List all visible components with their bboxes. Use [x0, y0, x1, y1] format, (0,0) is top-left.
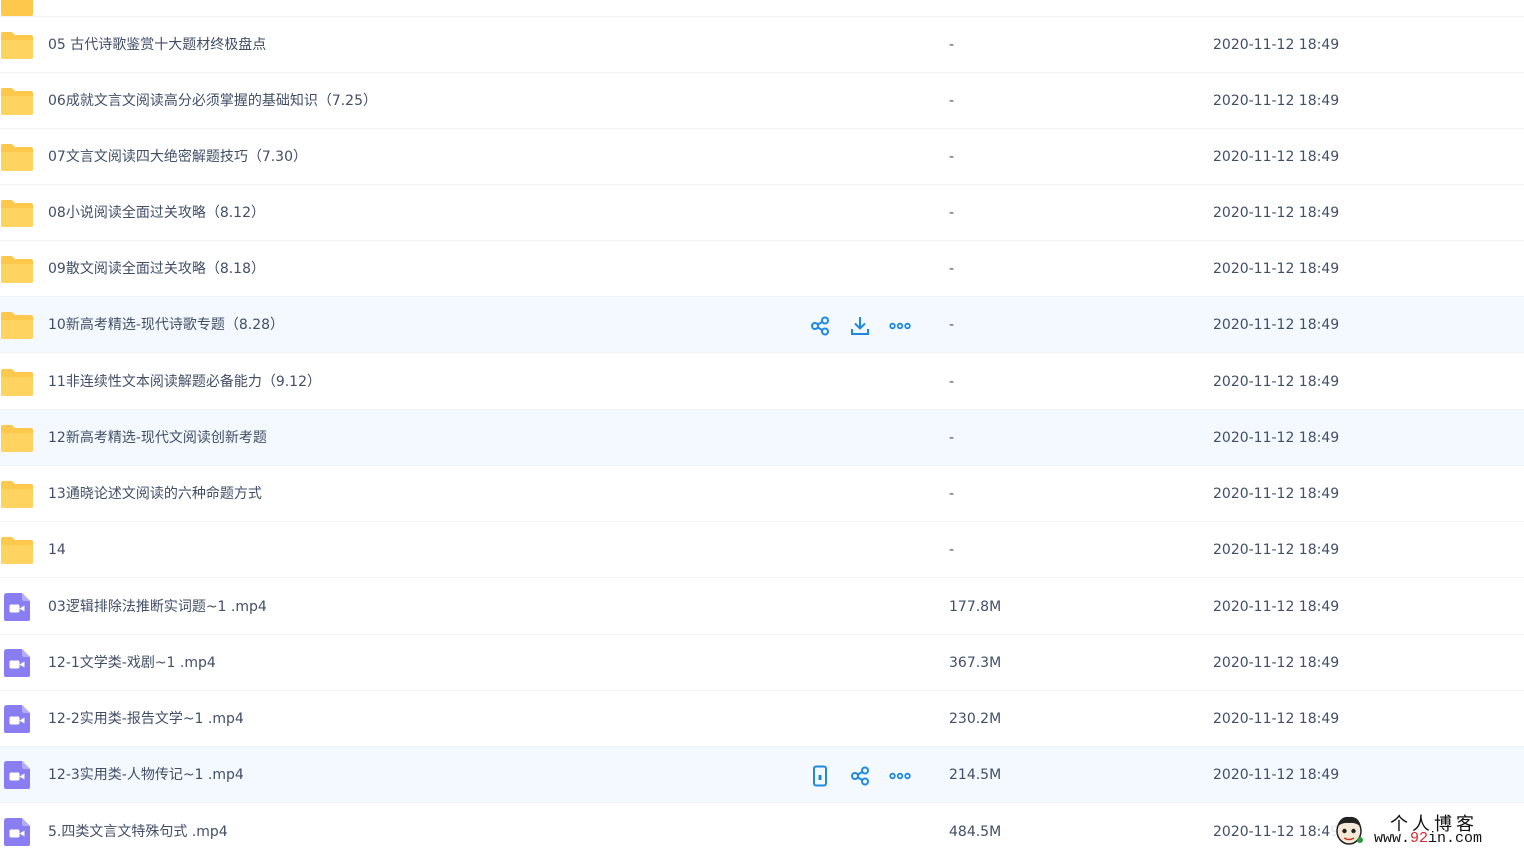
more-icon[interactable]: [888, 764, 912, 788]
folder-icon: [0, 142, 34, 172]
file-time: 2020-11-12 18:49: [1213, 261, 1340, 277]
file-name[interactable]: 07文言文阅读四大绝密解题技巧（7.30）: [48, 129, 307, 185]
folder-icon: [0, 254, 34, 284]
file-time: 2020-11-12 18:49: [1213, 205, 1340, 221]
list-item[interactable]: 12-3实用类-人物传记~1 .mp4 214.5M 2020-11-12 18…: [0, 747, 1524, 803]
file-time: 2020-11-12 18:49: [1213, 317, 1340, 333]
file-size: 177.8M: [949, 599, 1002, 615]
folder-icon: [0, 30, 34, 60]
row-actions: [808, 764, 912, 788]
row-actions: [808, 314, 912, 338]
list-item[interactable]: [0, 0, 1524, 17]
file-name[interactable]: 03逻辑排除法推断实词题~1 .mp4: [48, 579, 267, 635]
file-time: 2020-11-12 18:49: [1213, 599, 1340, 615]
list-item[interactable]: 05 古代诗歌鉴赏十大题材终极盘点 - 2020-11-12 18:49: [0, 17, 1524, 73]
folder-icon: [0, 479, 34, 509]
video-file-icon: [3, 704, 31, 734]
list-item[interactable]: 13通晓论述文阅读的六种命题方式 - 2020-11-12 18:49: [0, 466, 1524, 522]
phone-icon[interactable]: [808, 764, 832, 788]
file-list: 05 古代诗歌鉴赏十大题材终极盘点 - 2020-11-12 18:49 06成…: [0, 0, 1524, 852]
folder-icon: [0, 535, 34, 565]
folder-icon: [0, 198, 34, 228]
list-item[interactable]: 12-2实用类-报告文学~1 .mp4 230.2M 2020-11-12 18…: [0, 691, 1524, 747]
file-time: 2020-11-12 18:49: [1213, 542, 1340, 558]
watermark-url: www.92in.com: [1374, 830, 1483, 847]
folder-icon: [0, 310, 34, 340]
video-file-icon: [3, 760, 31, 790]
file-time: 2020-11-12 18:49: [1213, 486, 1340, 502]
list-item[interactable]: 03逻辑排除法推断实词题~1 .mp4 177.8M 2020-11-12 18…: [0, 579, 1524, 635]
more-icon[interactable]: [888, 314, 912, 338]
file-name[interactable]: 12-2实用类-报告文学~1 .mp4: [48, 691, 244, 747]
list-item[interactable]: 14 - 2020-11-12 18:49: [0, 522, 1524, 578]
file-size: 367.3M: [949, 655, 1002, 671]
file-size: -: [949, 374, 955, 390]
list-item[interactable]: 11非连续性文本阅读解题必备能力（9.12） - 2020-11-12 18:4…: [0, 354, 1524, 410]
file-size: -: [949, 486, 955, 502]
list-item[interactable]: 12新高考精选-现代文阅读创新考题 - 2020-11-12 18:49: [0, 410, 1524, 466]
file-size: 214.5M: [949, 767, 1002, 783]
video-file-icon: [3, 648, 31, 678]
file-size: -: [949, 205, 955, 221]
file-time: 2020-11-12 18:49: [1213, 824, 1340, 840]
file-time: 2020-11-12 18:49: [1213, 430, 1340, 446]
file-name[interactable]: 13通晓论述文阅读的六种命题方式: [48, 466, 262, 522]
video-file-icon: [3, 592, 31, 622]
file-size: -: [949, 37, 955, 53]
video-file-icon: [3, 817, 31, 847]
file-time: 2020-11-12 18:49: [1213, 711, 1340, 727]
file-name[interactable]: 12-3实用类-人物传记~1 .mp4: [48, 747, 244, 803]
file-size: -: [949, 542, 955, 558]
file-size: -: [949, 93, 955, 109]
file-time: 2020-11-12 18:49: [1213, 655, 1340, 671]
share-icon[interactable]: [848, 764, 872, 788]
file-size: 484.5M: [949, 824, 1002, 840]
list-item[interactable]: 09散文阅读全面过关攻略（8.18） - 2020-11-12 18:49: [0, 241, 1524, 297]
download-icon[interactable]: [848, 314, 872, 338]
file-name[interactable]: 11非连续性文本阅读解题必备能力（9.12）: [48, 354, 321, 410]
folder-icon: [0, 0, 34, 17]
share-icon[interactable]: [808, 314, 832, 338]
file-time: 2020-11-12 18:49: [1213, 767, 1340, 783]
file-size: -: [949, 430, 955, 446]
list-item[interactable]: 5.四类文言文特殊句式 .mp4 484.5M 2020-11-12 18:49: [0, 804, 1524, 852]
file-time: 2020-11-12 18:49: [1213, 374, 1340, 390]
file-time: 2020-11-12 18:49: [1213, 37, 1340, 53]
folder-icon: [0, 367, 34, 397]
file-time: 2020-11-12 18:49: [1213, 93, 1340, 109]
file-name[interactable]: 06成就文言文阅读高分必须掌握的基础知识（7.25）: [48, 73, 377, 129]
blog-watermark: 个人博客 www.92in.com: [1330, 808, 1520, 852]
file-name[interactable]: 10新高考精选-现代诗歌专题（8.28）: [48, 297, 284, 353]
folder-icon: [0, 423, 34, 453]
list-item[interactable]: 12-1文学类-戏剧~1 .mp4 367.3M 2020-11-12 18:4…: [0, 635, 1524, 691]
file-name[interactable]: 12-1文学类-戏剧~1 .mp4: [48, 635, 216, 691]
file-size: -: [949, 149, 955, 165]
file-size: -: [949, 261, 955, 277]
file-size: 230.2M: [949, 711, 1002, 727]
file-name[interactable]: 09散文阅读全面过关攻略（8.18）: [48, 241, 265, 297]
file-size: -: [949, 317, 955, 333]
list-item[interactable]: 08小说阅读全面过关攻略（8.12） - 2020-11-12 18:49: [0, 185, 1524, 241]
file-time: 2020-11-12 18:49: [1213, 149, 1340, 165]
file-name[interactable]: 12新高考精选-现代文阅读创新考题: [48, 410, 267, 466]
avatar-face-icon: [1334, 814, 1364, 846]
file-name[interactable]: 14: [48, 522, 66, 578]
list-item[interactable]: 10新高考精选-现代诗歌专题（8.28） - 2020-11-12 18:49: [0, 297, 1524, 353]
file-name[interactable]: 08小说阅读全面过关攻略（8.12）: [48, 185, 265, 241]
file-name[interactable]: 5.四类文言文特殊句式 .mp4: [48, 804, 228, 852]
folder-icon: [0, 86, 34, 116]
list-item[interactable]: 06成就文言文阅读高分必须掌握的基础知识（7.25） - 2020-11-12 …: [0, 73, 1524, 129]
file-name[interactable]: 05 古代诗歌鉴赏十大题材终极盘点: [48, 17, 266, 73]
list-item[interactable]: 07文言文阅读四大绝密解题技巧（7.30） - 2020-11-12 18:49: [0, 129, 1524, 185]
